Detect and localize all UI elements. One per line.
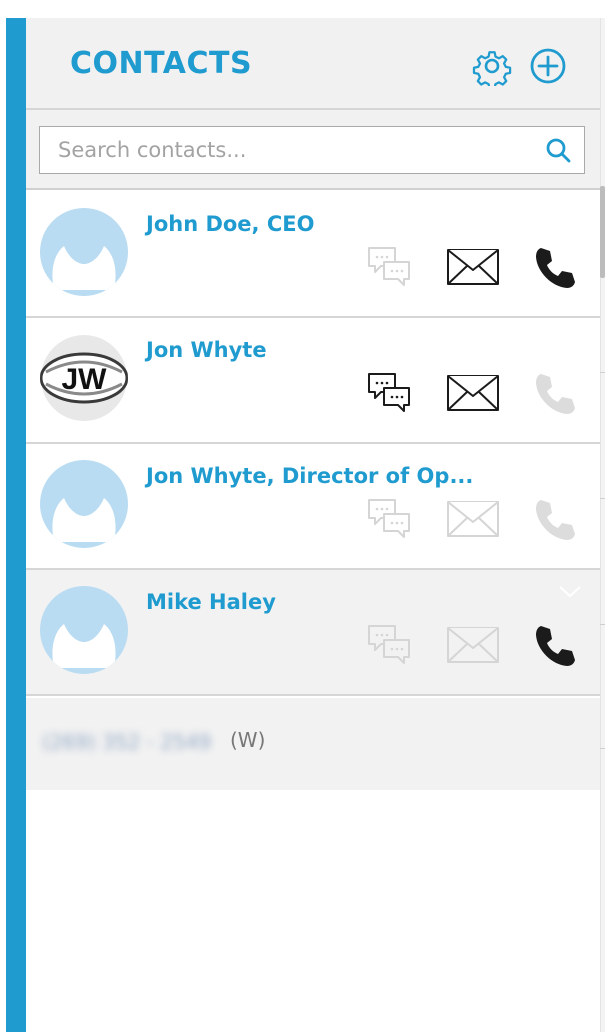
avatar-placeholder bbox=[40, 460, 128, 548]
contact-name: John Doe, CEO bbox=[146, 212, 315, 236]
chat-icon[interactable] bbox=[366, 622, 412, 668]
contact-item-john-doe[interactable]: John Doe, CEO bbox=[26, 192, 600, 318]
phone-icon[interactable] bbox=[532, 370, 578, 416]
contact-item-jon-whyte-director[interactable]: Jon Whyte, Director of Op... bbox=[26, 444, 600, 570]
chat-icon[interactable] bbox=[366, 244, 412, 290]
contact-item-mike-haley[interactable]: Mike Haley bbox=[26, 570, 600, 696]
svg-text:JW: JW bbox=[62, 363, 108, 396]
accent-bar bbox=[6, 18, 26, 1032]
chat-icon[interactable] bbox=[366, 496, 412, 542]
contact-name: Jon Whyte, Director of Op... bbox=[146, 464, 474, 488]
phone-number[interactable]: (269) 352 - 2549 bbox=[42, 730, 211, 754]
chevron-down-icon[interactable] bbox=[558, 584, 582, 598]
email-icon[interactable] bbox=[444, 370, 502, 416]
panel-header: CONTACTS bbox=[26, 18, 600, 110]
avatar-placeholder bbox=[40, 208, 128, 296]
scrollbar-track[interactable] bbox=[600, 18, 605, 1032]
phone-type-label: (W) bbox=[230, 728, 266, 752]
email-icon[interactable] bbox=[444, 496, 502, 542]
contact-item-jon-whyte[interactable]: JW Jon Whyte bbox=[26, 318, 600, 444]
add-circle-icon[interactable] bbox=[528, 46, 568, 86]
phone-icon[interactable] bbox=[532, 496, 578, 542]
scrollbar-thumb[interactable] bbox=[600, 186, 605, 278]
search-bar bbox=[26, 110, 600, 190]
jw-logo-avatar: JW bbox=[40, 334, 128, 422]
search-input[interactable] bbox=[40, 127, 530, 172]
email-icon[interactable] bbox=[444, 622, 502, 668]
avatar-placeholder bbox=[40, 586, 128, 674]
contacts-panel: CONTACTS Search contacts... John Doe, CE… bbox=[26, 18, 600, 1032]
top-strip bbox=[0, 0, 605, 8]
contact-details: (269) 352 - 2549 (W) bbox=[26, 698, 600, 790]
search-field[interactable] bbox=[39, 126, 585, 174]
search-icon[interactable] bbox=[544, 136, 572, 164]
chat-icon[interactable] bbox=[366, 370, 412, 416]
contact-name: Jon Whyte bbox=[146, 338, 267, 362]
contact-name: Mike Haley bbox=[146, 590, 276, 614]
phone-icon[interactable] bbox=[532, 244, 578, 290]
page-title: CONTACTS bbox=[70, 46, 253, 81]
gear-icon[interactable] bbox=[472, 46, 512, 90]
email-icon[interactable] bbox=[444, 244, 502, 290]
phone-icon[interactable] bbox=[532, 622, 578, 668]
